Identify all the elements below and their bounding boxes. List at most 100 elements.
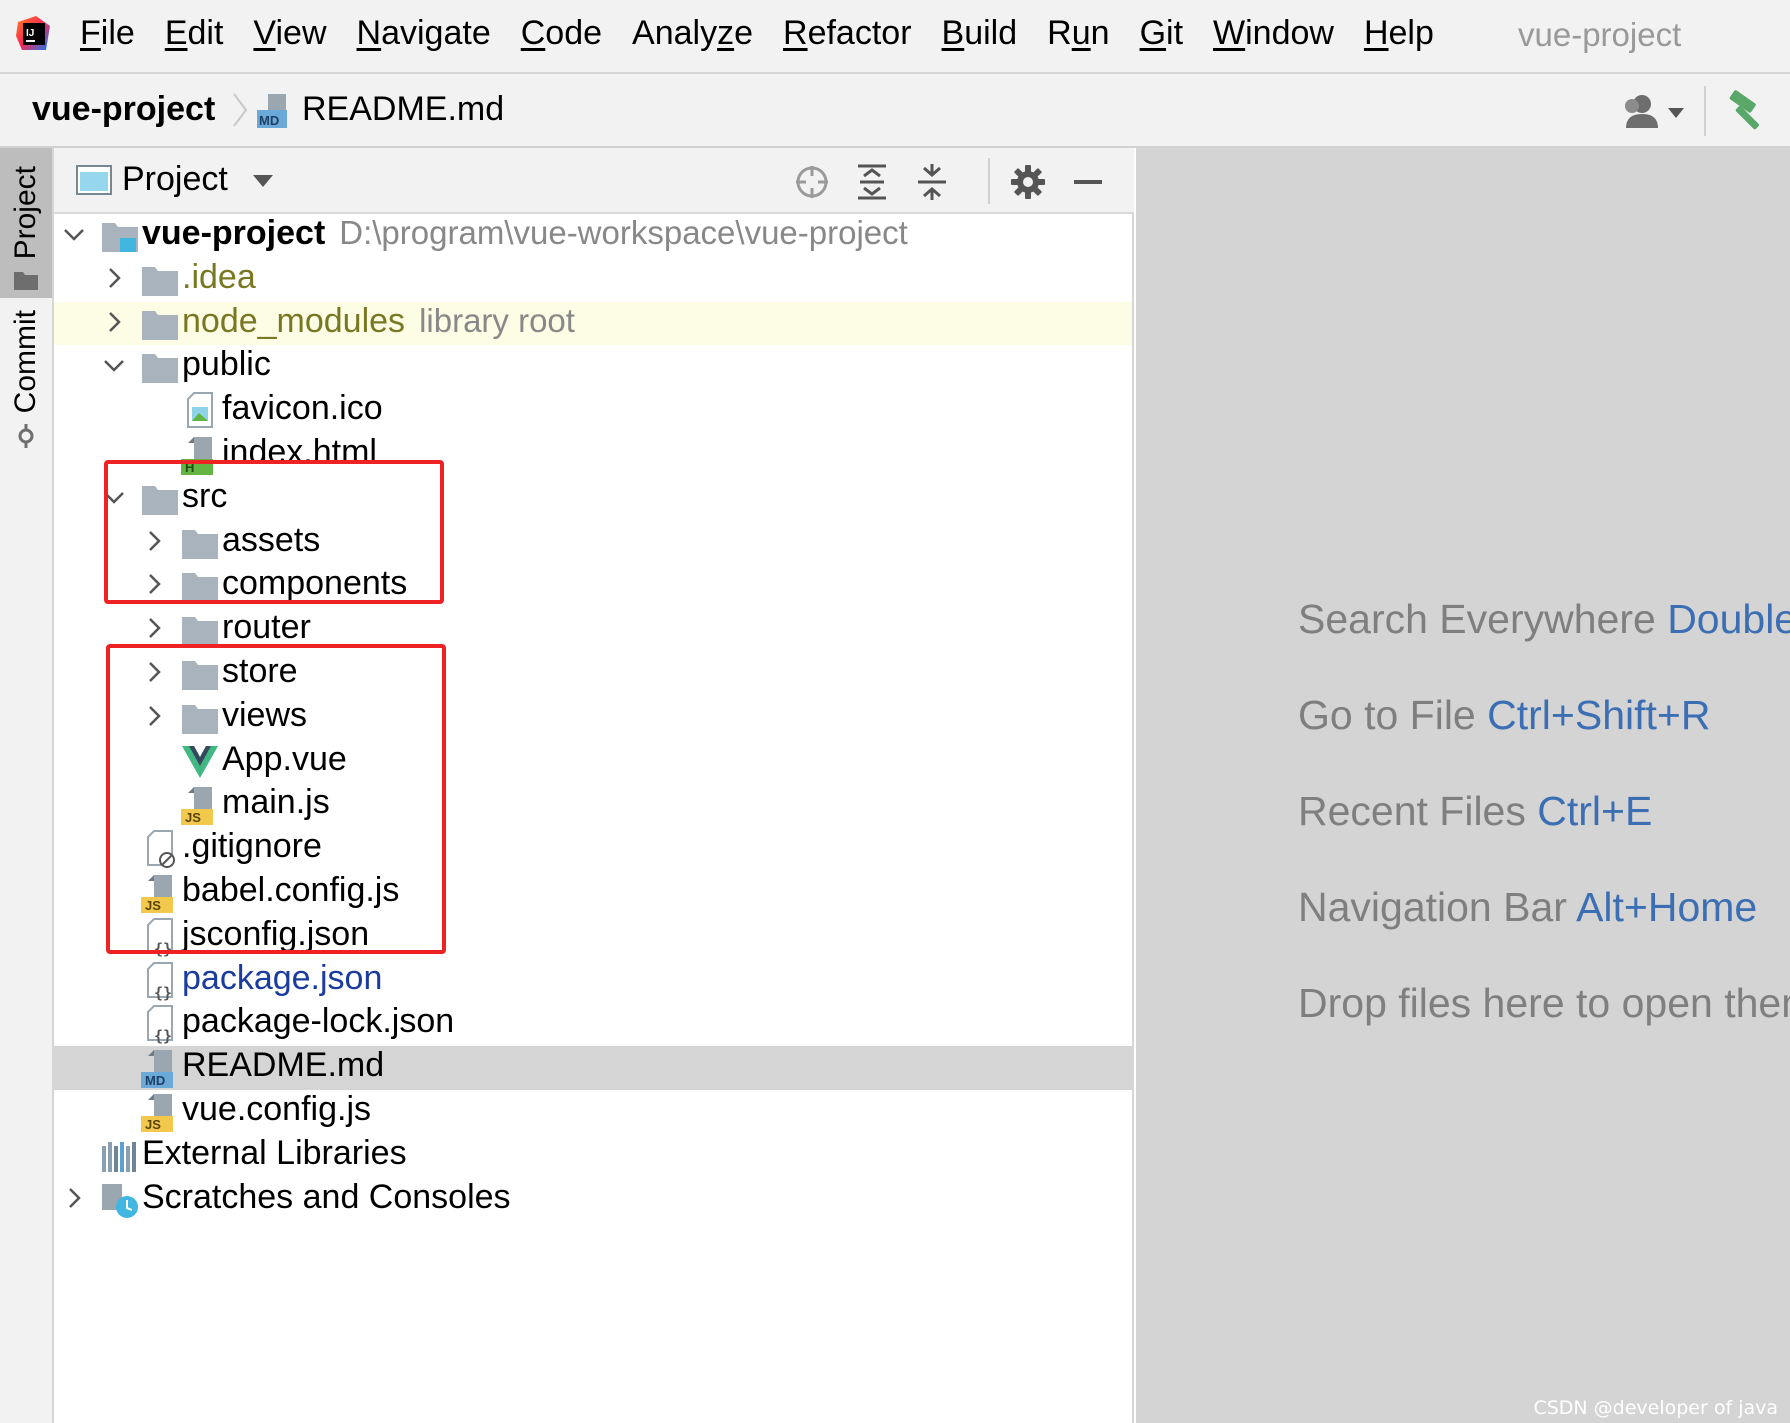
tree-row[interactable]: External Libraries [54, 1134, 1132, 1178]
menu-item-text: R [1047, 14, 1072, 52]
chevron-down-icon[interactable] [62, 222, 86, 246]
folder-icon [142, 310, 178, 340]
tree-row[interactable]: components [54, 564, 1132, 608]
tree-item-name: .gitignore [182, 827, 322, 866]
chevron-down-icon[interactable] [102, 485, 126, 509]
chevron-right-icon[interactable] [142, 572, 166, 596]
chevron-right-icon[interactable] [142, 529, 166, 553]
menu-item[interactable]: File [80, 14, 135, 53]
tree-row[interactable]: assets [54, 521, 1132, 565]
tree-row[interactable]: views [54, 696, 1132, 740]
folder-icon [182, 617, 218, 647]
commit-tool-tab[interactable]: Commit [0, 298, 52, 458]
toolbar-divider [1704, 86, 1706, 136]
menu-item[interactable]: Help [1364, 14, 1434, 53]
tree-item-name: router [222, 608, 311, 647]
commit-tab-label: Commit [9, 310, 42, 414]
svg-text:MD: MD [259, 113, 279, 128]
menu-item[interactable]: Window [1213, 14, 1334, 53]
breadcrumb-project[interactable]: vue-project [32, 90, 215, 129]
menu-item-text: Analy [632, 14, 718, 52]
intellij-logo-icon: IJ [16, 16, 50, 50]
tree-row[interactable]: node_modules library root [54, 301, 1132, 346]
menu-item[interactable]: Refactor [783, 14, 912, 53]
collapse-all-icon[interactable] [912, 162, 952, 202]
menu-item[interactable]: Git [1140, 14, 1183, 53]
tree-row[interactable]: MD README.md [54, 1046, 1132, 1090]
chevron-right-icon[interactable] [142, 704, 166, 728]
tree-item-label: babel.config.js [182, 871, 399, 910]
locate-icon[interactable] [792, 162, 832, 202]
user-icon[interactable] [1616, 92, 1690, 132]
tree-row[interactable]: {} package-lock.json [54, 1002, 1132, 1046]
svg-text:JS: JS [145, 1117, 161, 1132]
menu-item-text: ile [100, 14, 135, 52]
gear-icon[interactable] [1008, 162, 1048, 202]
svg-text:H: H [185, 460, 194, 475]
chevron-right-icon[interactable] [102, 310, 126, 334]
chevron-down-icon[interactable] [252, 174, 274, 188]
tree-row[interactable]: favicon.ico [54, 389, 1132, 433]
editor-empty-area: Search Everywhere Double Shift Go to File… [1136, 148, 1790, 1423]
chevron-right-icon[interactable] [142, 660, 166, 684]
menu-item-text: uild [964, 14, 1018, 52]
tree-item-label: router [222, 608, 311, 647]
svg-text:MD: MD [145, 1073, 165, 1088]
editor-hint-shortcut: Double Shift [1667, 596, 1790, 642]
tree-item-label: public [182, 345, 271, 384]
vue-file-icon [182, 745, 218, 778]
menu-item[interactable]: Navigate [357, 14, 491, 53]
tree-item-name: views [222, 695, 308, 734]
javascript-file-icon: JS [141, 875, 173, 913]
tree-row[interactable]: JS vue.config.js [54, 1090, 1132, 1134]
tree-item-label: vue.config.js [182, 1090, 371, 1129]
hide-icon[interactable] [1068, 162, 1108, 202]
tree-item-name: package-lock.json [182, 1002, 455, 1041]
tree-item-name: jsconfig.json [182, 914, 370, 953]
editor-hint-text: Recent Files [1298, 788, 1526, 834]
tree-row[interactable]: .idea [54, 258, 1132, 302]
project-view-icon[interactable] [76, 165, 112, 195]
menu-item[interactable]: Code [521, 14, 602, 53]
folder-icon [182, 573, 218, 603]
project-view-selector[interactable]: Project [122, 160, 228, 199]
breadcrumb-file[interactable]: README.md [302, 90, 504, 129]
tree-item-name: node_modules [182, 301, 406, 340]
chevron-right-icon[interactable] [142, 616, 166, 640]
tree-row[interactable]: Hindex.html [54, 433, 1132, 477]
tree-row[interactable]: JS main.js [54, 783, 1132, 827]
tree-item-label: components [222, 564, 407, 603]
project-tool-tab[interactable]: Project [0, 148, 52, 298]
menu-item-text: indow [1245, 14, 1334, 52]
tree-item-label: package-lock.json [182, 1002, 454, 1041]
tree-row[interactable]: {} package.json [54, 959, 1132, 1003]
tree-item-label: jsconfig.json [182, 915, 369, 954]
tree-row[interactable]: .gitignore [54, 827, 1132, 871]
menu-item[interactable]: Edit [165, 14, 224, 53]
build-hammer-icon[interactable] [1726, 90, 1770, 134]
tree-row[interactable]: src [54, 477, 1132, 521]
tree-item-name: main.js [222, 783, 330, 822]
tree-row[interactable]: App.vue [54, 740, 1132, 784]
tree-row[interactable]: router [54, 608, 1132, 652]
tree-item-label: README.md [182, 1046, 384, 1085]
chevron-right-icon[interactable] [102, 266, 126, 290]
tree-row[interactable]: store [54, 652, 1132, 696]
tree-row[interactable]: Scratches and Consoles [54, 1178, 1132, 1222]
svg-text:JS: JS [145, 898, 161, 913]
expand-all-icon[interactable] [852, 162, 892, 202]
chevron-down-icon[interactable] [102, 353, 126, 377]
menu-item[interactable]: Run [1047, 14, 1109, 53]
tree-row[interactable]: vue-project D:\program\vue-workspace\vue-… [54, 214, 1132, 258]
menu-item[interactable]: View [253, 14, 326, 53]
tree-row[interactable]: {} jsconfig.json [54, 915, 1132, 959]
tree-row[interactable]: JS babel.config.js [54, 871, 1132, 915]
tree-item-name: favicon.ico [222, 389, 383, 428]
menu-item-text: u [1071, 14, 1091, 52]
menu-item[interactable]: Build [942, 14, 1018, 53]
menu-item[interactable]: Analyze [632, 14, 753, 53]
chevron-right-icon[interactable] [62, 1186, 86, 1210]
menu-item-text: ode [545, 14, 603, 52]
tree-item-label: Scratches and Consoles [142, 1178, 511, 1217]
tree-row[interactable]: public [54, 345, 1132, 389]
